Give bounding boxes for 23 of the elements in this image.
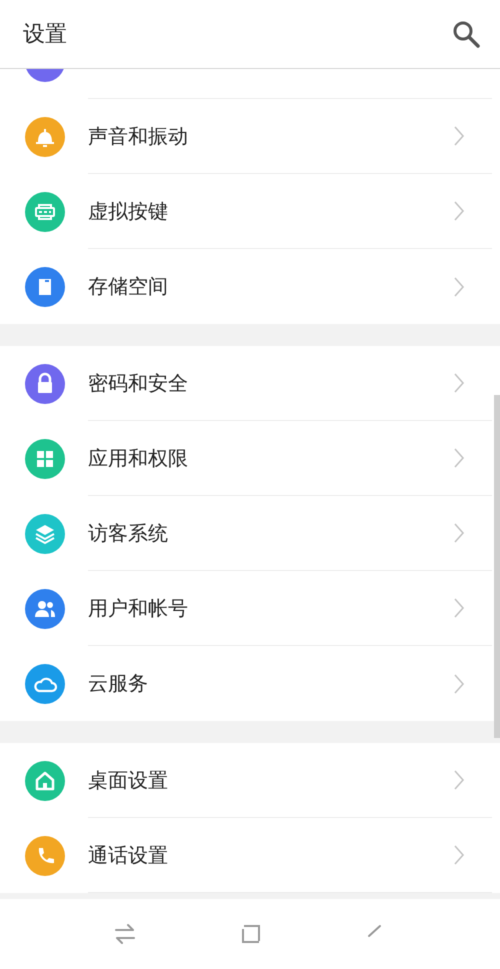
- settings-row[interactable]: 通话设置: [0, 818, 494, 893]
- settings-row[interactable]: 声音和振动: [0, 99, 494, 174]
- chevron-icon: [453, 769, 465, 791]
- settings-row[interactable]: 访客系统: [0, 496, 494, 571]
- chevron-icon: [453, 597, 465, 619]
- settings-row[interactable]: 用户和帐号: [0, 571, 494, 646]
- settings-row[interactable]: 密码和安全: [0, 346, 494, 421]
- chevron-icon: [453, 276, 465, 298]
- chevron-icon: [453, 372, 465, 394]
- search-icon[interactable]: [452, 20, 480, 48]
- chevron-icon: [453, 522, 465, 544]
- chevron-icon: [453, 200, 465, 222]
- chevron-icon: [453, 844, 465, 866]
- settings-row[interactable]: 应用和权限: [0, 421, 494, 496]
- chevron-icon: [453, 672, 465, 694]
- settings-row[interactable]: 桌面设置: [0, 743, 494, 818]
- chevron-icon: [453, 447, 465, 469]
- settings-row[interactable]: 云服务: [0, 646, 494, 721]
- chevron-icon: [453, 125, 465, 147]
- switch-icon[interactable]: [113, 923, 138, 945]
- page-title: 设置: [23, 21, 67, 49]
- settings-row[interactable]: 存储空间: [0, 249, 494, 324]
- settings-row[interactable]: 虚拟按键: [0, 174, 494, 249]
